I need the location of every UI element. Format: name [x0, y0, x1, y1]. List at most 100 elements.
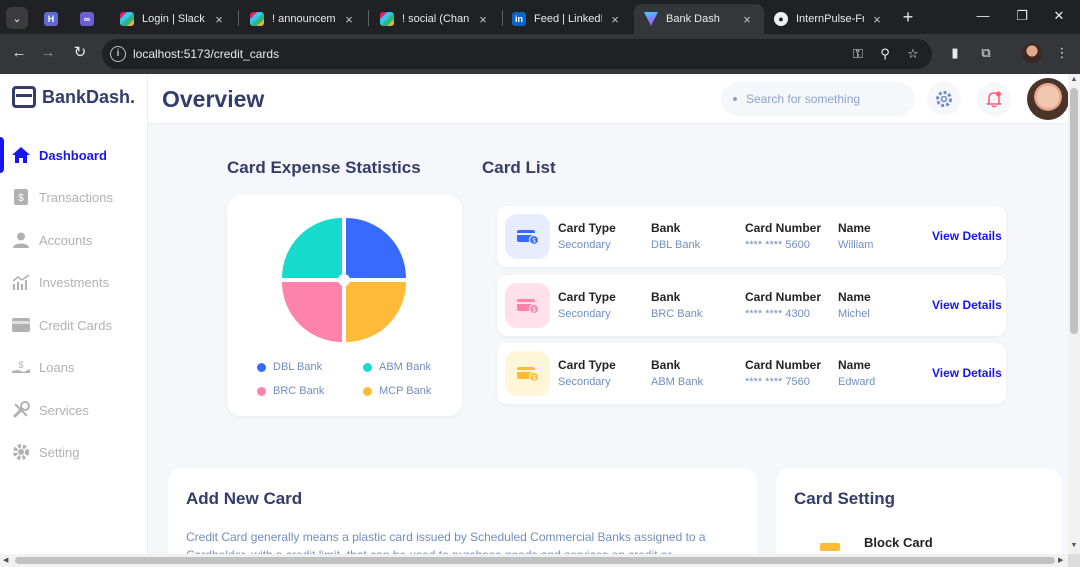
back-button[interactable]: ←	[10, 44, 28, 62]
tab-github[interactable]: ● InternPulse-Fro ×	[764, 4, 894, 34]
close-icon[interactable]: ×	[608, 12, 622, 27]
scroll-left-icon[interactable]: ◀	[3, 556, 8, 564]
tab-slack-login[interactable]: Login | Slack ×	[110, 4, 236, 34]
minimize-button[interactable]: —	[973, 8, 993, 23]
column-header: Card Type	[558, 290, 616, 304]
column-header: Name	[838, 290, 871, 304]
brand[interactable]: BankDash.	[12, 86, 135, 108]
name-column: Name William	[838, 221, 873, 251]
vite-icon	[644, 12, 658, 26]
close-icon[interactable]: ×	[342, 12, 356, 27]
card-type-icon-box: $	[505, 214, 550, 259]
scroll-right-icon[interactable]: ▶	[1058, 556, 1063, 564]
add-new-card-panel: Add New Card Credit Card generally means…	[168, 468, 757, 554]
sidebar-item-label: Investments	[39, 274, 110, 290]
tab-pinned-2[interactable]: ∞	[72, 4, 106, 34]
tab-slack-social[interactable]: ! social (Channe ×	[370, 4, 500, 34]
view-details-link[interactable]: View Details	[932, 298, 1002, 312]
bank-value: DBL Bank	[651, 239, 701, 251]
restore-button[interactable]: ❐	[1012, 8, 1032, 24]
tab-bank-dash[interactable]: Bank Dash ×	[634, 4, 764, 34]
tab-title: ! social (Channe	[402, 13, 470, 25]
tab-title: ! announcemen	[272, 13, 336, 25]
tab-title: Feed | LinkedIn	[534, 13, 602, 25]
notifications-button[interactable]	[977, 82, 1011, 116]
sidebar-item-investments[interactable]: Investments	[0, 268, 148, 296]
forward-button[interactable]: →	[39, 44, 57, 62]
browser-toolbar: ← → ↻ i localhost:5173/credit_cards ⚿ ⚲ …	[0, 34, 1080, 74]
reading-list-icon[interactable]: ▮	[947, 45, 963, 61]
card-type-value: Secondary	[558, 376, 611, 388]
bank-column: Bank ABM Bank	[651, 358, 703, 388]
card-list-title: Card List	[482, 158, 556, 177]
column-header: Card Number	[745, 221, 822, 235]
horizontal-scrollbar[interactable]: ◀ ▶	[0, 554, 1068, 567]
column-header: Card Type	[558, 358, 616, 372]
tab-slack-announcements[interactable]: ! announcemen ×	[240, 4, 366, 34]
scroll-down-icon[interactable]: ▼	[1068, 542, 1080, 549]
pie-slice-brc-bank	[282, 282, 342, 342]
view-details-link[interactable]: View Details	[932, 229, 1002, 243]
sidebar-item-label: Transactions	[39, 189, 113, 205]
card-number-value: **** **** 7560	[745, 376, 810, 388]
settings-button[interactable]	[927, 82, 961, 116]
card-list-item: $ Card Type Secondary Bank BRC Bank Card N…	[497, 275, 1006, 336]
bank-column: Bank DBL Bank	[651, 221, 700, 251]
card-number-column: Card Number **** **** 5600	[745, 221, 821, 251]
add-card-description: Credit Card generally means a plastic ca…	[186, 530, 706, 554]
sidebar-item-setting[interactable]: Setting	[0, 438, 148, 466]
sidebar-item-transactions[interactable]: $ Transactions	[0, 183, 148, 211]
password-key-icon[interactable]: ⚿	[850, 46, 866, 62]
scroll-up-icon[interactable]: ▲	[1068, 76, 1080, 83]
bell-icon	[986, 91, 1002, 108]
browser-menu-icon[interactable]: ⋮	[1054, 45, 1070, 61]
scrollbar-corner	[1068, 554, 1080, 567]
close-icon[interactable]: ×	[870, 12, 884, 27]
tab-linkedin[interactable]: in Feed | LinkedIn ×	[502, 4, 632, 34]
extensions-icon[interactable]: ⧉	[978, 45, 994, 61]
avatar[interactable]	[1027, 78, 1068, 120]
close-icon[interactable]: ×	[476, 12, 490, 27]
reload-button[interactable]: ↻	[71, 44, 89, 62]
card-setting-title: Card Setting	[794, 489, 896, 508]
vertical-scroll-thumb[interactable]	[1070, 88, 1078, 334]
block-card-label[interactable]: Block Card	[864, 535, 933, 550]
tab-pinned-1[interactable]: H	[36, 4, 66, 34]
zoom-icon[interactable]: ⚲	[877, 46, 893, 62]
column-header: Bank	[651, 221, 681, 235]
sidebar-item-credit-cards[interactable]: Credit Cards	[0, 311, 148, 339]
slack-icon	[250, 12, 264, 26]
view-details-link[interactable]: View Details	[932, 366, 1002, 380]
sidebar-item-accounts[interactable]: Accounts	[0, 226, 148, 254]
vertical-scrollbar[interactable]: ▲ ▼	[1068, 74, 1080, 554]
sidebar-item-services[interactable]: Services	[0, 396, 148, 424]
name-value: William	[838, 239, 874, 251]
pie-center	[338, 274, 350, 286]
legend-label: BRC Bank	[273, 385, 325, 397]
slack-icon	[120, 12, 134, 26]
tab-search-button[interactable]: ⌄	[6, 7, 28, 29]
horizontal-scroll-thumb[interactable]	[15, 557, 1055, 564]
bookmark-star-icon[interactable]: ☆	[905, 46, 921, 62]
close-window-button[interactable]: ✕	[1049, 8, 1069, 24]
card-number-value: **** **** 5600	[745, 239, 810, 251]
home-icon	[12, 146, 30, 164]
service-icon	[12, 401, 30, 419]
legend-dot	[363, 362, 372, 372]
profile-avatar[interactable]	[1022, 43, 1042, 63]
close-icon[interactable]: ×	[740, 12, 754, 27]
card-type-value: Secondary	[558, 308, 611, 320]
search-icon	[733, 97, 737, 101]
sidebar-item-dashboard[interactable]: Dashboard	[0, 137, 148, 173]
name-column: Name Edward	[838, 358, 875, 388]
sidebar-item-loans[interactable]: $ Loans	[0, 353, 148, 381]
search-input[interactable]: Search for something	[721, 82, 915, 116]
tab-title: Bank Dash	[666, 13, 720, 25]
new-tab-button[interactable]: +	[900, 8, 916, 26]
name-column: Name Michel	[838, 290, 871, 320]
sidebar: BankDash. Dashboard $ Transactions Accou…	[0, 74, 148, 554]
close-icon[interactable]: ×	[212, 12, 226, 27]
address-bar[interactable]: i localhost:5173/credit_cards ⚿ ⚲ ☆	[102, 39, 932, 69]
site-info-icon[interactable]: i	[110, 46, 126, 62]
stats-title: Card Expense Statistics	[227, 158, 421, 177]
